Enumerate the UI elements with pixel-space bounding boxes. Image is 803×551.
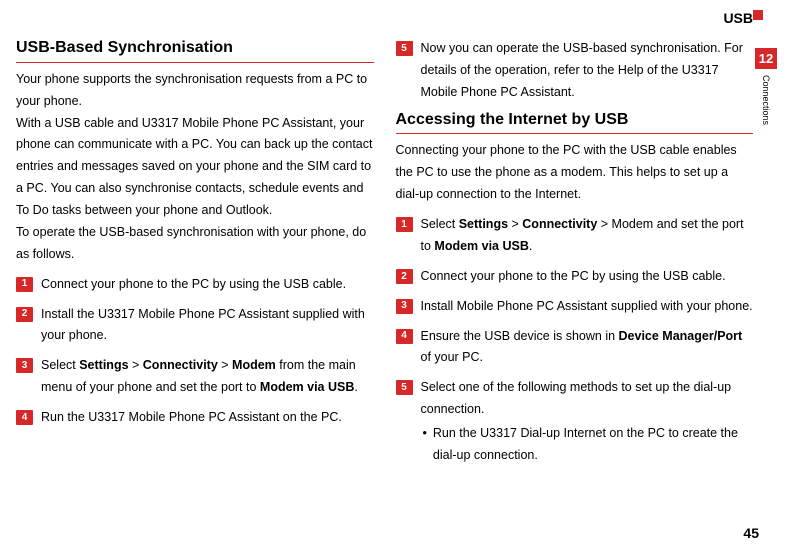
- text-run: .: [354, 380, 357, 394]
- step-number-badge: 1: [16, 277, 33, 292]
- step-number-badge: 1: [396, 217, 413, 232]
- ui-path-bold: Modem via USB: [434, 239, 528, 253]
- text-run: Select one of the following methods to s…: [421, 380, 732, 416]
- step-text: Connect your phone to the PC by using th…: [41, 274, 374, 296]
- ui-path-bold: Settings: [459, 217, 508, 231]
- step-text: Select Settings > Connectivity > Modem f…: [41, 355, 374, 399]
- content-columns: USB-Based Synchronisation Your phone sup…: [16, 38, 753, 467]
- step-number-badge: 2: [396, 269, 413, 284]
- bullet-icon: •: [423, 423, 427, 467]
- sub-bullet-item: • Run the U3317 Dial-up Internet on the …: [421, 423, 754, 467]
- chapter-tab: 12 Connections: [755, 48, 777, 136]
- step-item: 2 Connect your phone to the PC by using …: [396, 266, 754, 288]
- body-text: Your phone supports the synchronisation …: [16, 69, 374, 113]
- text-run: >: [508, 217, 522, 231]
- text-run: .: [529, 239, 532, 253]
- text-run: of your PC.: [421, 350, 484, 364]
- step-text: Select one of the following methods to s…: [421, 377, 754, 467]
- text-run: >: [129, 358, 143, 372]
- step-number-badge: 5: [396, 41, 413, 56]
- ui-path-bold: Modem: [232, 358, 276, 372]
- text-run: >: [218, 358, 232, 372]
- page-number: 45: [743, 525, 759, 541]
- step-item: 5 Now you can operate the USB-based sync…: [396, 38, 754, 104]
- sub-bullet-text: Run the U3317 Dial-up Internet on the PC…: [433, 423, 753, 467]
- body-text: Connecting your phone to the PC with the…: [396, 140, 754, 206]
- header-accent-square: [753, 10, 763, 20]
- running-head: USB: [723, 10, 753, 26]
- manual-page: USB 12 Connections USB-Based Synchronisa…: [0, 0, 803, 551]
- step-number-badge: 5: [396, 380, 413, 395]
- text-run: Select: [41, 358, 79, 372]
- step-item: 1 Select Settings > Connectivity > Modem…: [396, 214, 754, 258]
- section-title-sync: USB-Based Synchronisation: [16, 38, 374, 63]
- step-number-badge: 4: [16, 410, 33, 425]
- step-text: Select Settings > Connectivity > Modem a…: [421, 214, 754, 258]
- step-text: Connect your phone to the PC by using th…: [421, 266, 754, 288]
- step-item: 4 Ensure the USB device is shown in Devi…: [396, 326, 754, 370]
- right-column: 5 Now you can operate the USB-based sync…: [396, 38, 754, 467]
- ui-path-bold: Device Manager/Port: [619, 329, 743, 343]
- step-number-badge: 4: [396, 329, 413, 344]
- step-item: 5 Select one of the following methods to…: [396, 377, 754, 467]
- ui-path-bold: Connectivity: [143, 358, 218, 372]
- text-run: Ensure the USB device is shown in: [421, 329, 619, 343]
- step-text: Install Mobile Phone PC Assistant suppli…: [421, 296, 754, 318]
- chapter-number: 12: [755, 48, 777, 69]
- step-item: 4 Run the U3317 Mobile Phone PC Assistan…: [16, 407, 374, 429]
- step-item: 1 Connect your phone to the PC by using …: [16, 274, 374, 296]
- step-text: Now you can operate the USB-based synchr…: [421, 38, 754, 104]
- ui-path-bold: Modem via USB: [260, 380, 354, 394]
- step-number-badge: 3: [396, 299, 413, 314]
- step-item: 3 Install Mobile Phone PC Assistant supp…: [396, 296, 754, 318]
- section-title-internet: Accessing the Internet by USB: [396, 110, 754, 135]
- chapter-label: Connections: [761, 69, 771, 125]
- step-number-badge: 3: [16, 358, 33, 373]
- ui-path-bold: Settings: [79, 358, 128, 372]
- step-text: Install the U3317 Mobile Phone PC Assist…: [41, 304, 374, 348]
- step-item: 3 Select Settings > Connectivity > Modem…: [16, 355, 374, 399]
- step-text: Ensure the USB device is shown in Device…: [421, 326, 754, 370]
- body-text: To operate the USB-based synchronisation…: [16, 222, 374, 266]
- text-run: Select: [421, 217, 459, 231]
- step-text: Run the U3317 Mobile Phone PC Assistant …: [41, 407, 374, 429]
- body-text: With a USB cable and U3317 Mobile Phone …: [16, 113, 374, 222]
- left-column: USB-Based Synchronisation Your phone sup…: [16, 38, 374, 467]
- step-item: 2 Install the U3317 Mobile Phone PC Assi…: [16, 304, 374, 348]
- step-number-badge: 2: [16, 307, 33, 322]
- ui-path-bold: Connectivity: [522, 217, 597, 231]
